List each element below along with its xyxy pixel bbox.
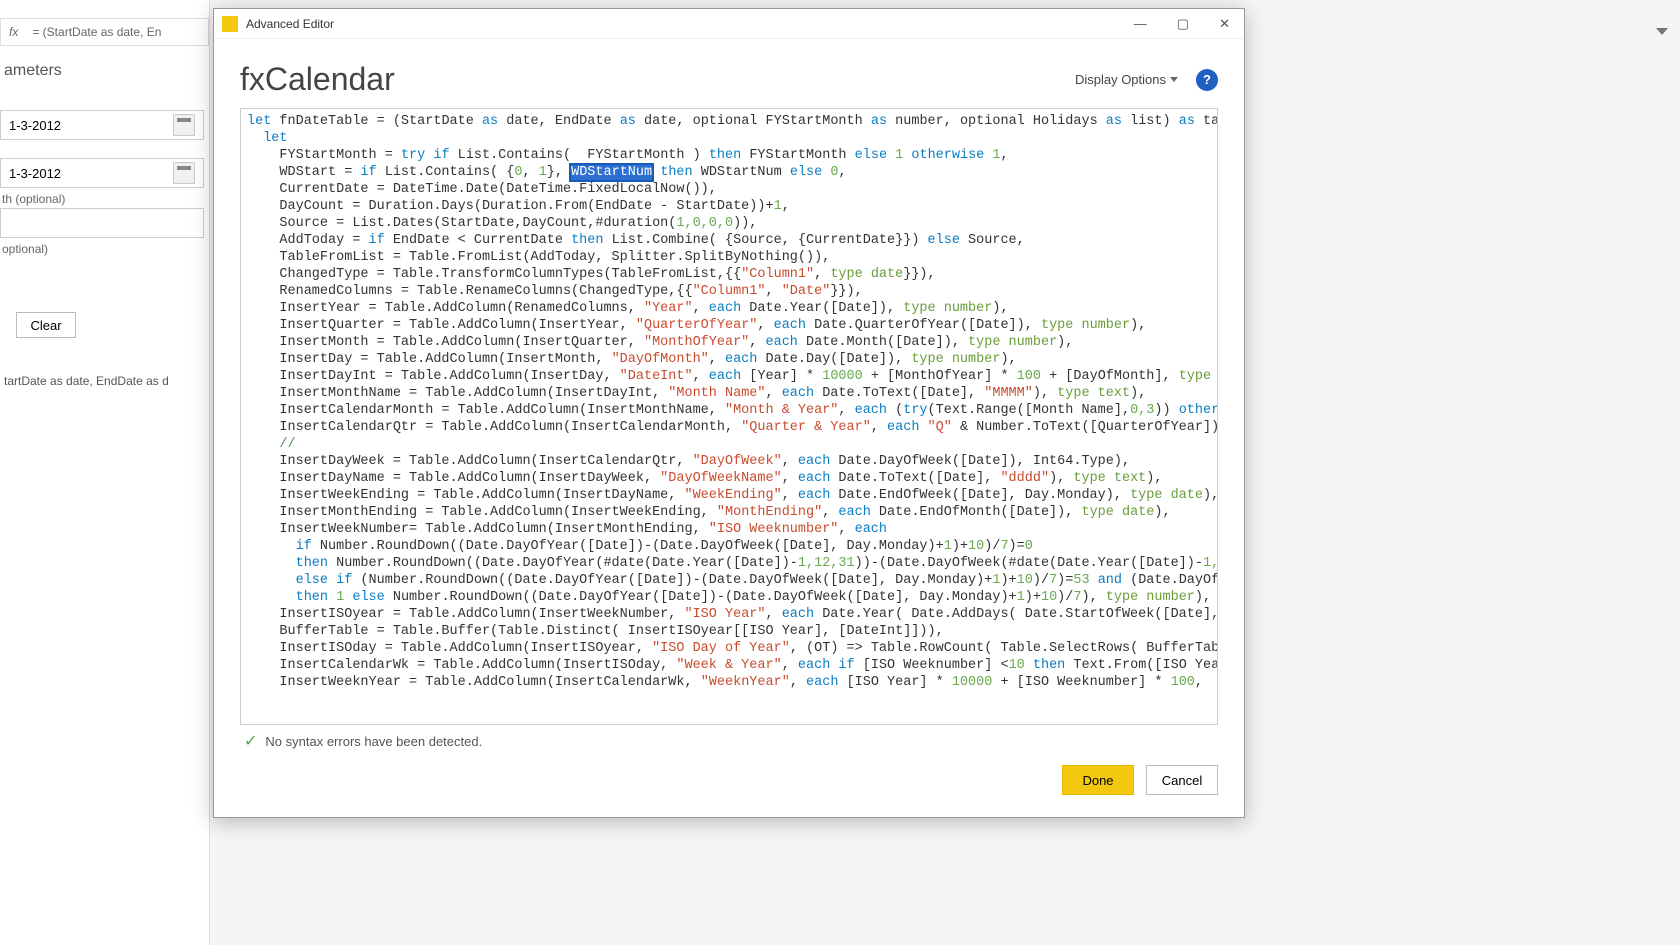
clear-button[interactable]: Clear [16, 312, 76, 338]
done-button[interactable]: Done [1062, 765, 1134, 795]
cancel-button[interactable]: Cancel [1146, 765, 1218, 795]
enddate-input[interactable]: 1-3-2012 [0, 158, 204, 188]
help-icon[interactable]: ? [1196, 69, 1218, 91]
function-description: tartDate as date, EndDate as d [4, 374, 169, 388]
app-icon [222, 16, 238, 32]
fx-icon: fx [9, 25, 18, 39]
function-name-heading: fxCalendar [240, 61, 395, 98]
parameters-heading: ameters [4, 62, 62, 80]
startdate-input[interactable]: 1-3-2012 [0, 110, 204, 140]
calendar-icon[interactable] [173, 114, 195, 136]
status-message: No syntax errors have been detected. [265, 734, 482, 749]
dialog-title: Advanced Editor [246, 17, 334, 31]
minimize-button[interactable]: — [1128, 16, 1153, 32]
dialog-titlebar: Advanced Editor — ▢ ✕ [214, 9, 1244, 39]
formula-text: = (StartDate as date, En [32, 25, 161, 39]
code-content[interactable]: let fnDateTable = (StartDate as date, En… [241, 109, 1217, 724]
check-icon: ✓ [244, 731, 257, 751]
advanced-editor-dialog: Advanced Editor — ▢ ✕ fxCalendar Display… [213, 8, 1245, 818]
close-button[interactable]: ✕ [1213, 16, 1236, 32]
calendar-icon[interactable] [173, 162, 195, 184]
expand-arrow-icon[interactable] [1656, 28, 1668, 35]
selected-text: WDStartNum [571, 165, 652, 180]
maximize-button[interactable]: ▢ [1171, 16, 1195, 32]
hint-optional-2: optional) [2, 242, 48, 256]
status-row: ✓ No syntax errors have been detected. [240, 725, 1218, 751]
fymonth-input[interactable] [0, 208, 204, 238]
display-options-dropdown[interactable]: Display Options [1075, 72, 1178, 87]
background-panel: fx = (StartDate as date, En ameters 1-3-… [0, 0, 210, 945]
formula-bar: fx = (StartDate as date, En [0, 18, 209, 46]
code-editor[interactable]: let fnDateTable = (StartDate as date, En… [240, 108, 1218, 725]
hint-optional-1: th (optional) [2, 192, 65, 206]
